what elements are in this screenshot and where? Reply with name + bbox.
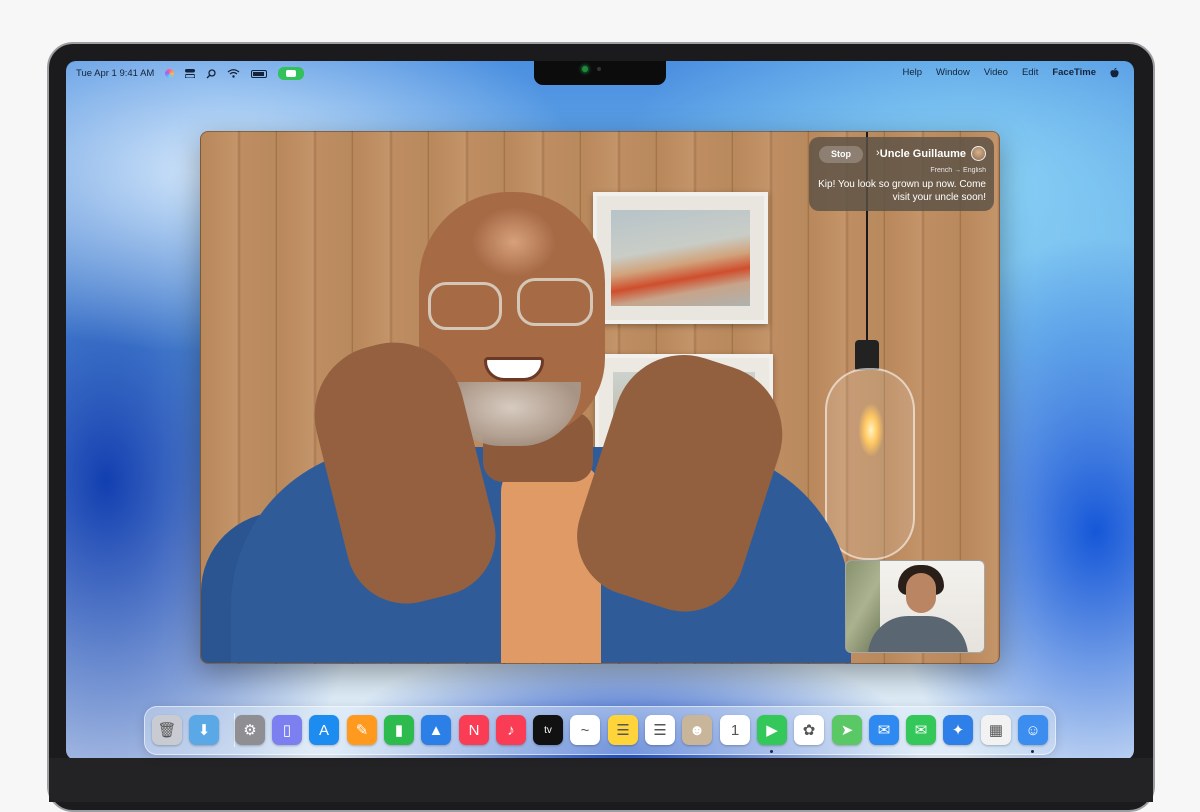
system-settings-icon[interactable]: ⚙ — [235, 715, 265, 745]
facetime-icon[interactable]: ▶ — [757, 715, 787, 745]
tv-icon[interactable]: tv — [533, 715, 563, 745]
camera-indicator-light — [582, 66, 588, 72]
pages-icon[interactable]: ✎ — [347, 715, 377, 745]
safari-icon[interactable]: ✦ — [943, 715, 973, 745]
wifi-icon[interactable] — [227, 69, 240, 78]
menu-help[interactable]: Help — [902, 67, 922, 78]
reminders-icon[interactable]: ☰ — [645, 715, 675, 745]
camera-lens — [597, 67, 601, 71]
battery-icon[interactable] — [251, 69, 268, 78]
apple-logo-icon[interactable] — [1110, 67, 1120, 78]
menu-app-name[interactable]: FaceTime — [1052, 67, 1096, 78]
spotlight-search-icon[interactable] — [206, 69, 216, 79]
running-indicator — [1031, 750, 1034, 753]
messages-icon[interactable]: ✉ — [906, 715, 936, 745]
finder-icon[interactable]: ☺ — [1018, 715, 1048, 745]
running-indicator — [770, 750, 773, 753]
translated-caption-text: Kip! You look so grown up now. Come visi… — [818, 179, 986, 203]
contacts-icon[interactable]: ☻ — [682, 715, 712, 745]
menu-edit[interactable]: Edit — [1022, 67, 1038, 78]
app-store-icon[interactable]: A — [309, 715, 339, 745]
menubar-clock[interactable]: Tue Apr 1 9:41 AM — [76, 68, 154, 79]
self-view-video[interactable] — [845, 560, 985, 653]
laptop-bottom-bezel — [49, 758, 1153, 802]
caller-name[interactable]: Uncle Guillaume — [880, 148, 966, 160]
photos-icon[interactable]: ✿ — [794, 715, 824, 745]
trash-icon[interactable]: 🗑 — [152, 715, 182, 745]
numbers-icon[interactable]: ▮ — [384, 715, 414, 745]
news-icon[interactable]: N — [459, 715, 489, 745]
menu-window[interactable]: Window — [936, 67, 970, 78]
stop-translation-button[interactable]: Stop — [819, 146, 863, 163]
maps-icon[interactable]: ➤ — [832, 715, 862, 745]
control-center-icon[interactable] — [184, 69, 196, 79]
camera-notch — [534, 61, 666, 85]
live-translation-caption: Stop › Uncle Guillaume French → English … — [809, 137, 994, 211]
downloads-folder-icon[interactable]: ⬇ — [189, 715, 219, 745]
keynote-icon[interactable]: ▲ — [421, 715, 451, 745]
siri-icon[interactable] — [165, 69, 175, 78]
iphone-mirroring-icon[interactable]: ▯ — [272, 715, 302, 745]
mail-icon[interactable]: ✉ — [869, 715, 899, 745]
music-icon[interactable]: ♪ — [496, 715, 526, 745]
calendar-icon[interactable]: 1 — [720, 715, 750, 745]
launchpad-icon[interactable]: ▦ — [981, 715, 1011, 745]
freeform-icon[interactable]: ~ — [570, 715, 600, 745]
translation-language-label: French → English — [930, 167, 986, 174]
notes-icon[interactable]: ☰ — [608, 715, 638, 745]
facetime-active-indicator-icon[interactable] — [278, 67, 305, 80]
caller-avatar[interactable] — [971, 146, 986, 161]
menu-video[interactable]: Video — [984, 67, 1008, 78]
